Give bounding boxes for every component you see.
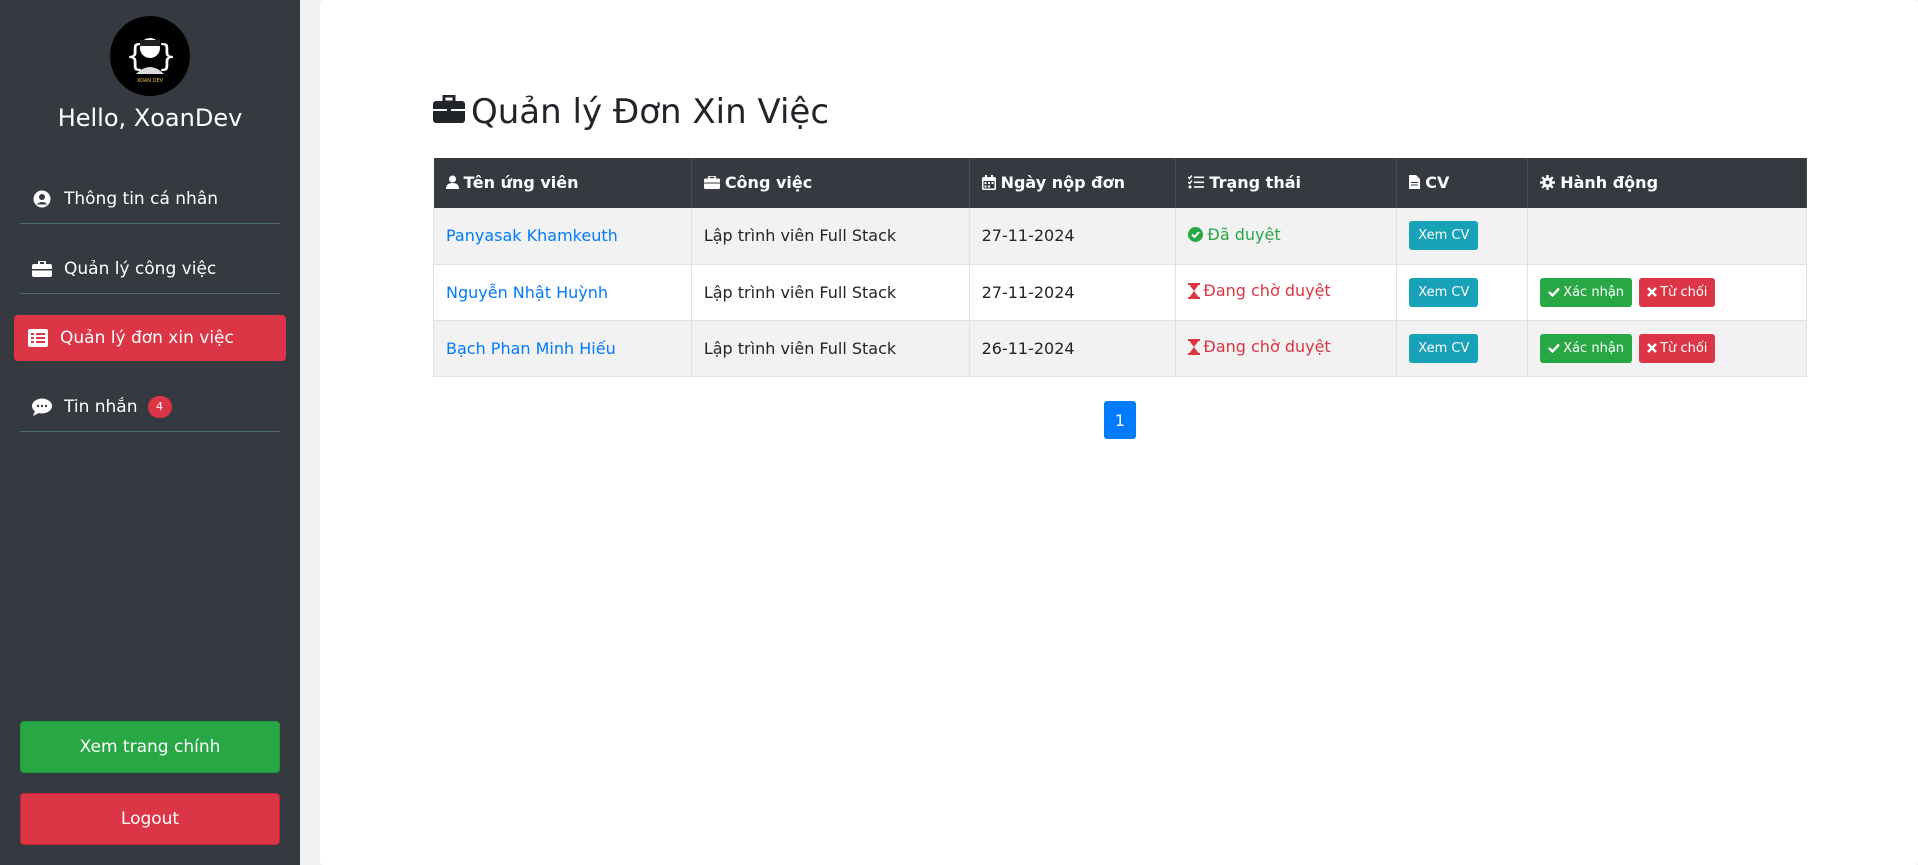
logout-button[interactable]: Logout [20,793,280,845]
candidate-name-link[interactable]: Panyasak Khamkeuth [433,208,692,265]
column-header-job: Công việc [691,158,970,208]
briefcase-icon [433,92,465,132]
reject-button[interactable]: Từ chối [1639,277,1716,307]
column-header-name: Tên ứng viên [433,158,692,208]
briefcase-icon [703,176,720,189]
actions-cell: Xác nhận Từ chối [1527,320,1807,377]
date-cell: 26-11-2024 [969,320,1177,377]
tasks-icon [1188,175,1205,189]
view-cv-button[interactable]: Xem CV [1409,277,1479,307]
column-header-status: Trạng thái [1175,158,1398,208]
main-content: Quản lý Đơn Xin Việc Tên ứng viên Công v… [320,0,1918,865]
message-count-badge: 4 [147,395,172,418]
check-circle-icon [1188,227,1204,243]
status-cell: Đang chờ duyệt [1175,320,1398,377]
view-cv-button[interactable]: Xem CV [1409,333,1479,363]
date-cell: 27-11-2024 [969,264,1177,321]
job-cell: Lập trình viên Full Stack [691,320,970,377]
job-cell: Lập trình viên Full Stack [691,264,970,321]
sidebar-item-label: Thông tin cá nhân [64,188,219,209]
accept-button[interactable]: Xác nhận [1540,333,1633,363]
table-row: Panyasak Khamkeuth Lập trình viên Full S… [433,208,1807,265]
column-header-date: Ngày nộp đơn [969,158,1177,208]
page-title: Quản lý Đơn Xin Việc [433,92,829,132]
user-icon [445,175,459,190]
list-icon [28,328,48,348]
sidebar-item-messages[interactable]: Tin nhắn 4 [20,382,280,432]
check-icon [1548,343,1561,353]
svg-text:}: } [158,39,176,74]
user-circle-icon [32,189,52,209]
pagination-page-1[interactable]: 1 [1104,401,1136,439]
sidebar-item-label: Tin nhắn [64,396,138,417]
actions-cell [1527,208,1807,265]
cv-cell: Xem CV [1396,264,1529,321]
column-header-cv: CV [1396,158,1529,208]
candidate-name-link[interactable]: Nguyễn Nhật Huỳnh [433,264,692,321]
hourglass-icon [1188,338,1201,355]
chat-icon [32,397,52,417]
status-cell: Đã duyệt [1175,208,1398,265]
table-row: Nguyễn Nhật Huỳnh Lập trình viên Full St… [433,264,1807,321]
reject-button[interactable]: Từ chối [1639,333,1716,363]
page-title-text: Quản lý Đơn Xin Việc [471,92,830,132]
accept-button[interactable]: Xác nhận [1540,277,1633,307]
sidebar-item-profile[interactable]: Thông tin cá nhân [20,174,280,224]
view-cv-button[interactable]: Xem CV [1409,221,1479,251]
calendar-icon [981,174,996,190]
table-header-row: Tên ứng viên Công việc Ngày nộp đơn Trạn… [433,158,1807,208]
hourglass-icon [1188,282,1201,299]
applications-table: Tên ứng viên Công việc Ngày nộp đơn Trạn… [433,158,1807,377]
avatar: { } XOAN DEV [110,16,190,96]
status-cell: Đang chờ duyệt [1175,264,1398,321]
sidebar-item-label: Quản lý đơn xin việc [60,328,234,348]
close-icon [1647,287,1657,297]
gear-icon [1540,174,1556,190]
sidebar-item-jobs[interactable]: Quản lý công việc [20,244,280,294]
sidebar: { } XOAN DEV Hello, XoanDev Thông tin cá… [0,0,300,865]
actions-cell: Xác nhận Từ chối [1527,264,1807,321]
briefcase-icon [32,259,52,279]
sidebar-item-label: Quản lý công việc [64,258,217,279]
job-cell: Lập trình viên Full Stack [691,208,970,265]
svg-text:XOAN DEV: XOAN DEV [137,78,164,84]
candidate-name-link[interactable]: Bạch Phan Minh Hiếu [433,320,692,377]
column-header-actions: Hành động [1527,158,1807,208]
sidebar-item-applications[interactable]: Quản lý đơn xin việc [14,315,286,361]
table-row: Bạch Phan Minh Hiếu Lập trình viên Full … [433,320,1807,377]
date-cell: 27-11-2024 [969,208,1177,265]
close-icon [1647,343,1657,353]
file-icon [1409,175,1421,190]
cv-cell: Xem CV [1396,208,1529,265]
check-icon [1548,287,1561,297]
cv-cell: Xem CV [1396,320,1529,377]
greeting: Hello, XoanDev [57,104,243,132]
view-main-page-button[interactable]: Xem trang chính [20,721,280,773]
